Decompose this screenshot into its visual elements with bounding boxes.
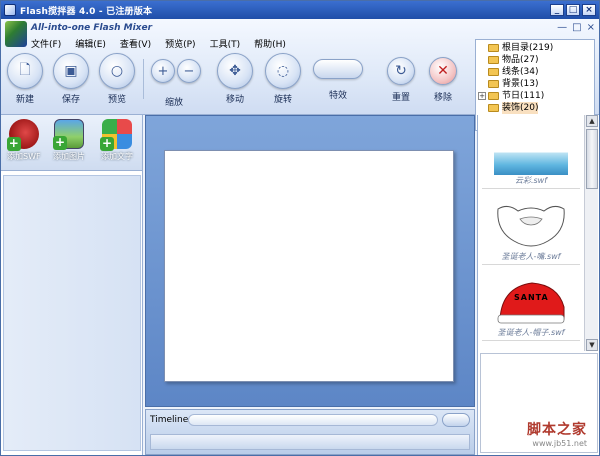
add-image-button[interactable]: + 添加图片 — [53, 119, 85, 162]
rotate-button[interactable]: ◌ 旋转 — [265, 53, 301, 105]
maximize-button[interactable]: □ — [566, 4, 580, 16]
tree-item-root[interactable]: 根目录(219) — [478, 42, 592, 54]
effects-button[interactable]: 特效 — [313, 59, 363, 101]
magnifier-icon: ○ — [99, 53, 135, 89]
expand-plus-icon[interactable]: + — [478, 92, 486, 100]
logo-icon — [5, 21, 27, 47]
tree-item-backgrounds[interactable]: 背景(13) — [478, 78, 592, 90]
stage-area — [145, 115, 475, 407]
zoom-label: 缩放 — [165, 98, 184, 108]
scroll-up-icon[interactable]: ▲ — [586, 115, 598, 127]
menu-view[interactable]: 查看(V) — [120, 37, 151, 50]
reset-icon: ↻ — [387, 57, 415, 85]
timeline-button[interactable] — [442, 413, 470, 427]
preview-box: 脚本之家 www.jb51.net — [480, 353, 598, 453]
library-scrollbar[interactable]: ▲ ▼ — [584, 115, 598, 351]
menu-preview[interactable]: 预览(P) — [165, 37, 195, 50]
header: All-into-one Flash Mixer 文件(F) 编辑(E) 查看(… — [1, 19, 599, 131]
scroll-thumb[interactable] — [586, 129, 598, 189]
hat-text: SANTA — [514, 293, 549, 302]
add-text-button[interactable]: + 添加文字 — [100, 119, 133, 162]
app-subtitle: All-into-one Flash Mixer — [31, 23, 153, 33]
close-button[interactable]: × — [582, 4, 596, 16]
clouds-thumbnail — [494, 125, 568, 175]
panel-close-icon[interactable]: × — [587, 22, 595, 33]
menu-help[interactable]: 帮助(H) — [254, 37, 286, 50]
new-document-icon: 🗋 — [7, 53, 43, 89]
zoom-in-button[interactable]: + — [151, 59, 175, 83]
folder-icon — [488, 104, 499, 112]
folder-icon — [488, 56, 499, 64]
library-panel: 云彩.swf 圣诞老人-嘴.swf SANTA 圣诞老人-帽子.swf ▲ ▼ … — [477, 115, 599, 455]
layers-panel: + 添加SWF + 添加图片 + 添加文字 — [1, 115, 143, 455]
remove-x-icon: ✕ — [429, 57, 457, 85]
app-icon — [4, 4, 16, 16]
layer-list[interactable] — [3, 175, 141, 451]
timeline-panel: Timeline — [145, 409, 475, 455]
thumbnail-item[interactable]: 圣诞老人-嘴.swf — [482, 195, 580, 265]
timeline-track[interactable] — [188, 414, 438, 426]
thumbnail-list: 云彩.swf 圣诞老人-嘴.swf SANTA 圣诞老人-帽子.swf — [478, 115, 584, 351]
panel-minimize-icon[interactable]: — — [557, 22, 567, 33]
minimize-button[interactable]: _ — [550, 4, 564, 16]
tree-item-decorations[interactable]: 装饰(20) — [478, 102, 592, 114]
tree-item-lines[interactable]: 线条(34) — [478, 66, 592, 78]
move-arrows-icon: ✥ — [217, 53, 253, 89]
menu-edit[interactable]: 编辑(E) — [75, 37, 106, 50]
menu-bar: 文件(F) 编辑(E) 查看(V) 预览(P) 工具(T) 帮助(H) — [31, 37, 286, 50]
toolbar-divider — [143, 59, 144, 99]
tree-item-holidays[interactable]: + 节日(111) — [478, 90, 592, 102]
add-text-icon: + — [100, 119, 132, 151]
santa-beard-thumbnail — [494, 201, 568, 251]
app-window: Flash搅拌器 4.0 - 已注册版本 _ □ × All-into-one … — [0, 0, 600, 456]
toolbar: 🗋 新建 ▣ 保存 ○ 预览 + − 缩放 ✥ 移动 ◌ 旋转 特效 ↻ 重置 … — [5, 53, 465, 113]
save-button[interactable]: ▣ 保存 — [53, 53, 89, 105]
folder-icon — [488, 44, 499, 52]
save-disk-icon: ▣ — [53, 53, 89, 89]
menu-file[interactable]: 文件(F) — [31, 37, 61, 50]
menu-tools[interactable]: 工具(T) — [210, 37, 241, 50]
add-image-icon: + — [53, 119, 84, 150]
preview-button[interactable]: ○ 预览 — [99, 53, 135, 105]
add-swf-icon: + — [6, 119, 39, 151]
zoom-out-button[interactable]: − — [177, 59, 201, 83]
folder-icon — [488, 80, 499, 88]
thumbnail-item[interactable]: SANTA 圣诞老人-帽子.swf — [482, 271, 580, 341]
santa-hat-thumbnail: SANTA — [494, 277, 568, 327]
flash-canvas[interactable] — [164, 150, 454, 382]
scroll-down-icon[interactable]: ▼ — [586, 339, 598, 351]
watermark: 脚本之家 www.jb51.net — [527, 422, 587, 448]
thumbnail-item[interactable]: 云彩.swf — [482, 119, 580, 189]
window-title: Flash搅拌器 4.0 - 已注册版本 — [20, 6, 153, 17]
add-toolbar: + 添加SWF + 添加图片 + 添加文字 — [1, 115, 142, 171]
move-button[interactable]: ✥ 移动 — [217, 53, 253, 105]
effects-pill-icon — [313, 59, 363, 79]
folder-icon — [488, 68, 499, 76]
panel-restore-icon[interactable]: □ — [572, 22, 581, 33]
zoom-group: + − — [151, 59, 201, 83]
new-button[interactable]: 🗋 新建 — [7, 53, 43, 105]
folder-icon — [488, 92, 499, 100]
timeline-label: Timeline — [150, 415, 189, 425]
tree-item-items[interactable]: 物品(27) — [478, 54, 592, 66]
title-bar: Flash搅拌器 4.0 - 已注册版本 _ □ × — [1, 1, 599, 19]
reset-button[interactable]: ↻ 重置 — [387, 57, 415, 103]
rotate-icon: ◌ — [265, 53, 301, 89]
remove-button[interactable]: ✕ 移除 — [429, 57, 457, 103]
add-swf-button[interactable]: + 添加SWF — [6, 119, 41, 162]
timeline-frames[interactable] — [150, 434, 470, 450]
